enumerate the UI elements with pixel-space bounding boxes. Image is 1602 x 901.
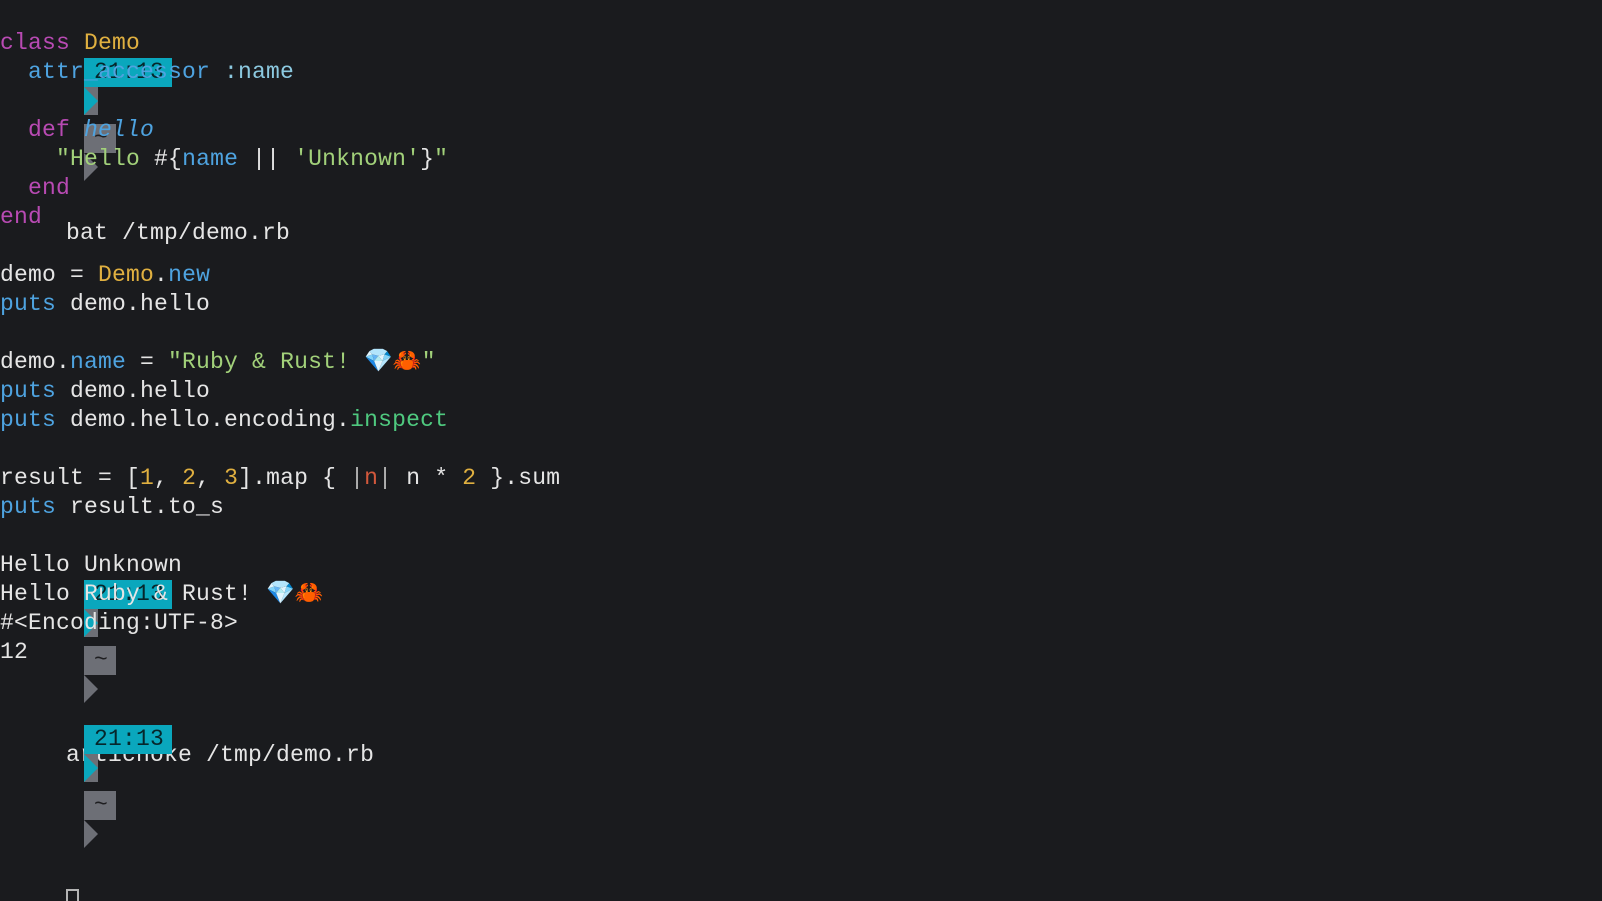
code-line: class Demo [0,29,1602,58]
output-line: 12 [0,638,1602,667]
cursor[interactable] [56,891,79,901]
code-line [0,87,1602,116]
prompt-arrow-1 [84,87,98,115]
prompt-line-1[interactable]: 21:13 ~ bat /tmp/demo.rb [0,0,1602,29]
code-line: puts result.to_s [0,493,1602,522]
code-line [0,319,1602,348]
prompt-time: 21:13 [84,725,172,754]
prompt-arrow-2 [84,820,98,848]
prompt-arrow-1 [84,754,98,782]
code-line: attr_accessor :name [0,58,1602,87]
code-line: puts demo.hello [0,290,1602,319]
prompt-dir: ~ [84,646,116,675]
cursor-icon [66,889,79,901]
code-line: puts demo.hello [0,377,1602,406]
code-line: puts demo.hello.encoding.inspect [0,406,1602,435]
prompt-dir: ~ [84,791,116,820]
output-line: #<Encoding:UTF-8> [0,609,1602,638]
output-line: Hello Ruby & Rust! 💎🦀 [0,580,1602,609]
code-line [0,435,1602,464]
code-line: demo = Demo.new [0,261,1602,290]
code-line: end [0,174,1602,203]
command-text: bat /tmp/demo.rb [56,220,290,246]
code-line: def hello [0,116,1602,145]
code-line: demo.name = "Ruby & Rust! 💎🦀" [0,348,1602,377]
terminal: 21:13 ~ bat /tmp/demo.rb class Demo attr… [0,0,1602,696]
prompt-line-2[interactable]: 21:13 ~ artichoke /tmp/demo.rb [0,522,1602,551]
code-line: result = [1, 2, 3].map { |n| n * 2 }.sum [0,464,1602,493]
output-line: Hello Unknown [0,551,1602,580]
prompt-segments: 21:13 ~ [0,726,172,884]
prompt-line-3[interactable]: 21:13 ~ [0,667,1602,696]
prompt-arrow-2 [84,675,98,703]
code-line: "Hello #{name || 'Unknown'}" [0,145,1602,174]
